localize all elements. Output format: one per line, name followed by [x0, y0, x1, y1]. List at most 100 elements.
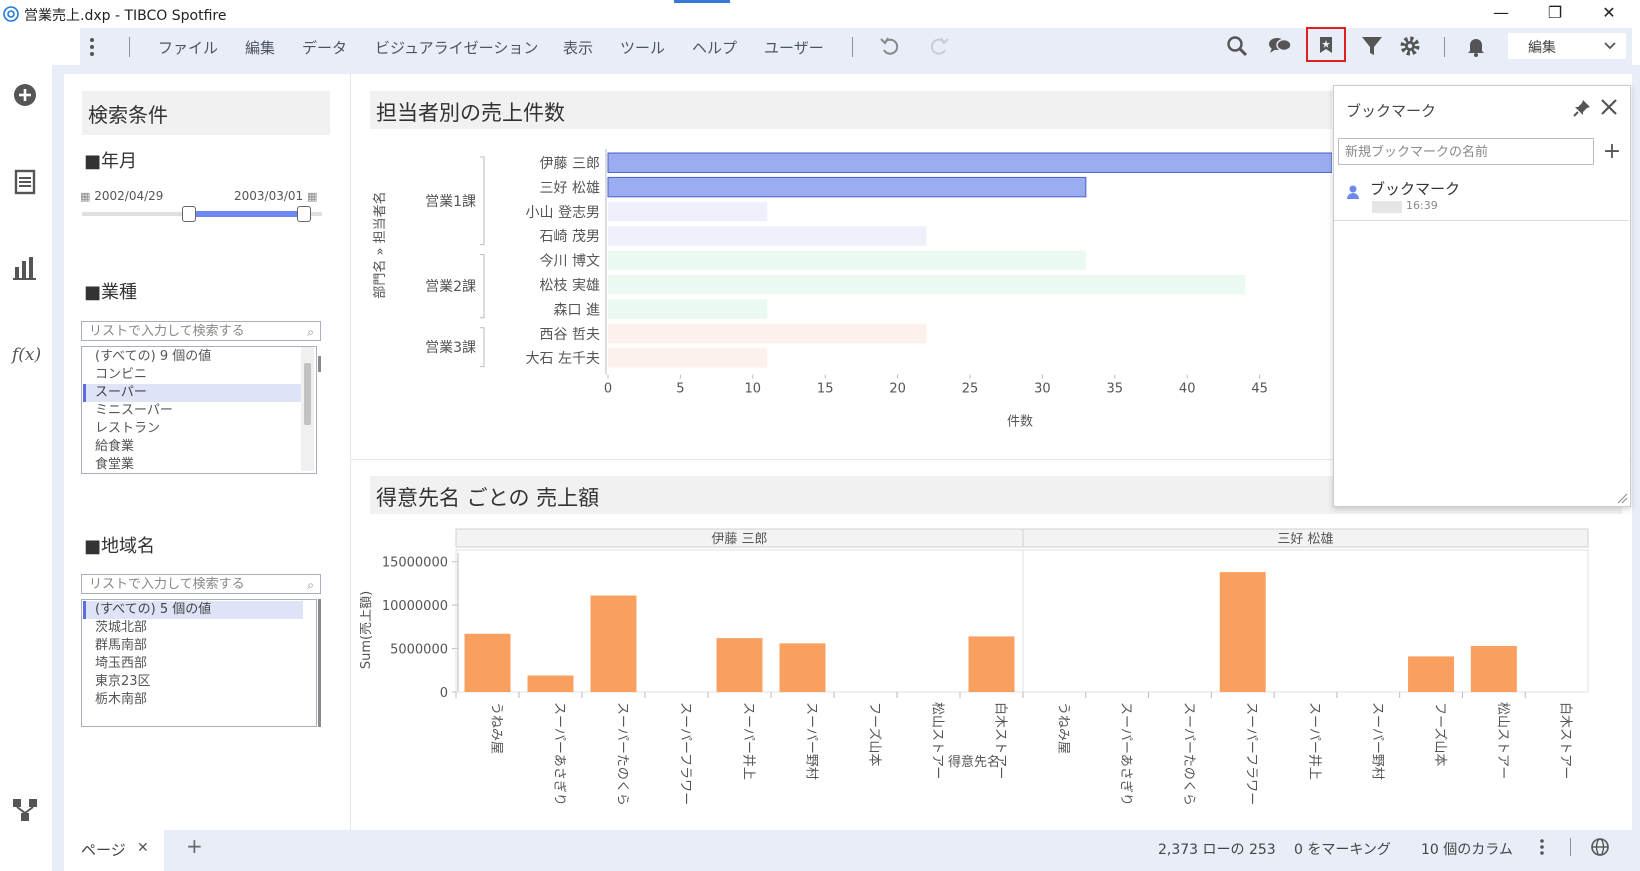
- region-listbox[interactable]: (すべての) 5 個の値 茨城北部 群馬南部 埼玉西部 東京23区 栃木南部: [81, 599, 317, 727]
- menu-visualization[interactable]: ビジュアライゼーション: [375, 37, 538, 58]
- chart1-category-label: 伊藤 三郎: [540, 156, 600, 172]
- chart1-bar-chart[interactable]: 伊藤 三郎三好 松雄小山 登志男石崎 茂男今川 博文松枝 実雄森口 進西谷 哲夫…: [360, 135, 1332, 447]
- chart2-x-tick-label: フーズ山本: [867, 702, 883, 766]
- industry-list-item[interactable]: 給食業: [83, 438, 303, 456]
- chart2-bar: [968, 636, 1015, 692]
- region-list-item[interactable]: 東京23区: [83, 673, 303, 691]
- chart2-bar: [1408, 656, 1455, 692]
- chart1-bar: [608, 275, 1246, 295]
- menu-data[interactable]: データ: [302, 37, 347, 58]
- page-tab[interactable]: ページ ✕: [64, 830, 164, 871]
- menu-view[interactable]: 表示: [563, 37, 593, 58]
- collaboration-icon[interactable]: [1266, 32, 1294, 60]
- pin-icon[interactable]: [1572, 98, 1592, 118]
- chart1-category-label: 小山 登志男: [526, 205, 600, 221]
- region-list-item[interactable]: 埼玉西部: [83, 655, 303, 673]
- chart1-group-label: 営業1課: [425, 194, 476, 210]
- filter-icon[interactable]: [1358, 32, 1386, 60]
- chart2-x-tick-label: うねみ屋: [489, 702, 504, 754]
- close-icon[interactable]: [1598, 96, 1620, 118]
- bookmark-button[interactable]: [1306, 27, 1346, 62]
- resize-grip-icon[interactable]: [1616, 492, 1628, 504]
- chart2-bar: [1219, 572, 1266, 692]
- chart1-group-bracket: [480, 327, 485, 368]
- chart2-x-tick-label: うねみ屋: [1055, 702, 1070, 754]
- data-canvas-icon[interactable]: [10, 795, 40, 825]
- globe-icon[interactable]: [1590, 837, 1610, 857]
- industry-list-item[interactable]: スーパー: [83, 384, 303, 402]
- chart1-x-axis-label: 件数: [1007, 415, 1033, 430]
- close-button[interactable]: ✕: [1586, 0, 1632, 28]
- menu-file[interactable]: ファイル: [158, 37, 218, 58]
- industry-list-item[interactable]: (すべての) 9 個の値: [83, 348, 303, 366]
- chart2-x-tick-label: スーパーあさぎり: [552, 702, 567, 806]
- bookmark-divider: [1334, 220, 1628, 221]
- region-search-input[interactable]: リストで入力して検索する ⌕: [81, 574, 321, 594]
- range-from-label: ▦ 2002/04/29: [80, 189, 163, 203]
- menu-help[interactable]: ヘルプ: [692, 37, 737, 58]
- chart2-x-tick-label: スーパーあさぎり: [1118, 702, 1133, 806]
- region-list-item[interactable]: 群馬南部: [83, 637, 303, 655]
- maximize-button[interactable]: ❐: [1532, 0, 1578, 28]
- range-handle-left[interactable]: [181, 206, 196, 222]
- range-slider-fill: [188, 211, 304, 217]
- add-bookmark-button[interactable]: +: [1598, 138, 1626, 165]
- menu-tools[interactable]: ツール: [620, 37, 665, 58]
- menu-user[interactable]: ユーザー: [764, 37, 824, 58]
- more-vertical-icon[interactable]: [86, 36, 98, 58]
- chevron-down-icon: [1604, 42, 1616, 50]
- chart2-x-tick-label: スーパーたのくら: [1181, 702, 1196, 806]
- page-tab-label: ページ: [81, 841, 126, 859]
- svg-text:f(x): f(x): [10, 345, 40, 365]
- region-list-item[interactable]: (すべての) 5 個の値: [83, 601, 303, 619]
- undo-icon[interactable]: [876, 32, 904, 60]
- industry-list-item[interactable]: レストラン: [83, 420, 303, 438]
- chart2-bar: [464, 633, 511, 692]
- add-icon[interactable]: [10, 80, 40, 110]
- row-count-status: 2,373 ローの 253: [1158, 842, 1276, 858]
- bookmark-panel: ブックマーク 新規ブックマークの名前 + ブックマーク 16:39: [1333, 85, 1631, 507]
- menu-edit[interactable]: 編集: [245, 37, 275, 58]
- minimize-button[interactable]: —: [1478, 0, 1524, 28]
- redo-icon[interactable]: [925, 32, 953, 60]
- range-from-value: 2002/04/29: [94, 189, 164, 203]
- range-handle-right[interactable]: [297, 206, 311, 222]
- menu-separator: [129, 37, 130, 57]
- visualization-icon[interactable]: [10, 253, 40, 283]
- chart2-bar: [527, 675, 574, 692]
- industry-listbox[interactable]: (すべての) 9 個の値 コンビニ スーパー ミニスーパー レストラン 給食業 食堂業: [81, 346, 317, 474]
- chart2-bar-chart[interactable]: 15000000 10000000 5000000 0 Sum(売上額) 伊藤 三郎うねみ…: [360, 520, 1625, 825]
- data-table-icon[interactable]: [10, 167, 40, 197]
- scrollbar-thumb[interactable]: [304, 363, 311, 425]
- industry-list-item[interactable]: コンビニ: [83, 366, 303, 384]
- bookmark-item-name: ブックマーク: [1370, 180, 1461, 198]
- chart1-category-label: 三好 松雄: [540, 180, 600, 196]
- more-vertical-icon[interactable]: [1538, 837, 1546, 857]
- search-icon[interactable]: [1223, 32, 1251, 60]
- industry-search-input[interactable]: リストで入力して検索する ⌕: [81, 321, 321, 341]
- industry-list-item[interactable]: ミニスーパー: [83, 402, 303, 420]
- add-page-button[interactable]: +: [186, 834, 203, 858]
- chart1-x-tick-label: 0: [604, 382, 612, 397]
- marked-status: 0 をマーキング: [1294, 842, 1391, 858]
- region-list-item[interactable]: 茨城北部: [83, 619, 303, 637]
- mode-dropdown[interactable]: 編集: [1508, 33, 1626, 59]
- close-tab-icon[interactable]: ✕: [137, 840, 149, 856]
- chart1-category-label: 大石 左千夫: [526, 351, 600, 367]
- notification-bell-icon[interactable]: [1462, 32, 1490, 60]
- industry-search-placeholder: リストで入力して検索する: [89, 324, 245, 339]
- chart1-bar: [608, 348, 768, 368]
- gear-icon[interactable]: [1396, 32, 1424, 60]
- filter-panel-header: 検索条件: [82, 91, 330, 135]
- bookmark-name-input[interactable]: 新規ブックマークの名前: [1338, 138, 1594, 165]
- chart1-group-label: 営業3課: [425, 340, 476, 356]
- region-list-item[interactable]: 栃木南部: [83, 691, 303, 709]
- chart2-x-tick-label: 松山ストアー: [930, 702, 945, 779]
- calendar-icon[interactable]: ▦: [307, 190, 317, 203]
- industry-list-item[interactable]: 食堂業: [83, 456, 303, 474]
- title-bar: 営業売上.dxp - TIBCO Spotfire — ❐ ✕: [0, 0, 1640, 30]
- calendar-icon[interactable]: ▦: [80, 190, 90, 203]
- bookmark-item[interactable]: ブックマーク 16:39: [1334, 174, 1628, 219]
- scrollbar[interactable]: [301, 347, 314, 471]
- function-fx-icon[interactable]: f(x): [10, 339, 40, 369]
